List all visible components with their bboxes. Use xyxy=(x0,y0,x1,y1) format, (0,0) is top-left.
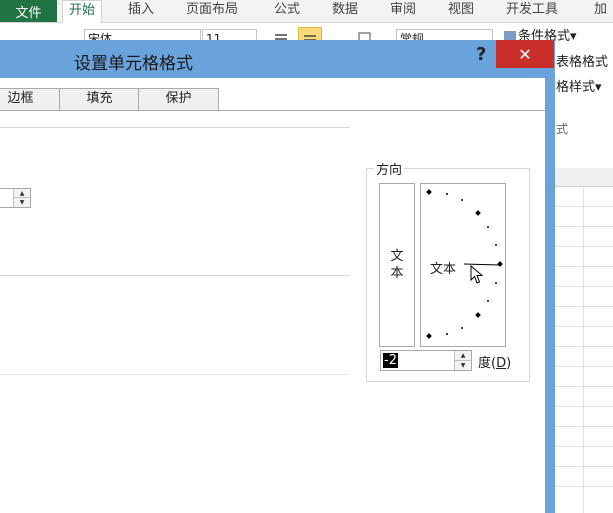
degrees-input[interactable]: -2 xyxy=(383,353,398,368)
worksheet-grid[interactable] xyxy=(555,140,613,513)
tab-data[interactable]: 数据 xyxy=(326,0,364,22)
mouse-cursor-icon xyxy=(470,264,484,289)
dial-dot xyxy=(446,193,448,195)
tab-view[interactable]: 视图 xyxy=(442,0,480,22)
spin-up-icon[interactable]: ▲ xyxy=(14,189,30,198)
degrees-label: 度(D) xyxy=(478,356,512,371)
tab-addins[interactable]: 加 xyxy=(588,0,613,22)
vertical-text-button[interactable]: 文 本 xyxy=(379,183,415,347)
dial-marker-0 xyxy=(497,261,503,267)
tab-home[interactable]: 开始 xyxy=(62,0,103,23)
spin-up-icon[interactable]: ▲ xyxy=(455,351,471,361)
spinner-arrows[interactable]: ▲ ▼ xyxy=(454,351,471,370)
dial-dot xyxy=(446,333,448,335)
dial-dot xyxy=(495,244,497,246)
section-divider xyxy=(0,127,350,128)
tab-review[interactable]: 审阅 xyxy=(384,0,422,22)
dial-dot xyxy=(487,226,489,228)
format-as-table-button[interactable]: 表格格式 xyxy=(556,53,608,73)
cell-styles-button[interactable]: 格样式▾ xyxy=(556,78,602,98)
degrees-spinner[interactable]: -2 ▲ ▼ xyxy=(380,350,472,371)
section-divider xyxy=(0,374,350,375)
tab-protection[interactable]: 保护 xyxy=(138,88,219,110)
dial-text-label: 文本 xyxy=(430,262,457,277)
dialog-tab-bar: 边框 填充 保护 xyxy=(0,88,545,111)
styles-group-label: 式 xyxy=(556,122,569,136)
tab-insert[interactable]: 插入 xyxy=(122,0,160,22)
orientation-dial[interactable]: 文本 xyxy=(420,183,506,347)
column-header-row xyxy=(555,168,613,187)
tab-border[interactable]: 边框 xyxy=(0,88,61,110)
dialog-title-bar[interactable]: 设置单元格格式 ? ✕ xyxy=(0,40,555,78)
dial-dot xyxy=(487,300,489,302)
spinner-arrows[interactable]: ▲ ▼ xyxy=(13,189,30,207)
dropdown-icon: ▾ xyxy=(595,80,602,95)
spin-down-icon[interactable]: ▼ xyxy=(14,198,30,207)
tab-page-layout[interactable]: 页面布局 xyxy=(180,0,244,22)
section-divider xyxy=(0,275,350,276)
help-button[interactable]: ? xyxy=(476,44,486,65)
dial-marker-bottom xyxy=(426,333,432,339)
tab-fill[interactable]: 填充 xyxy=(59,88,140,110)
ribbon-tab-bar: 文件 开始 插入 页面布局 公式 数据 审阅 视图 开发工具 加 xyxy=(0,0,613,23)
format-cells-dialog: 设置单元格格式 ? ✕ 边框 填充 保护 ▲ ▼ 方向 文 本 文本 -2 ▲ … xyxy=(0,40,555,513)
dialog-title: 设置单元格格式 xyxy=(74,54,193,74)
close-button[interactable]: ✕ xyxy=(496,40,554,68)
orientation-label: 方向 xyxy=(374,159,405,178)
vertical-text-label: 文 本 xyxy=(390,249,404,281)
spin-down-icon[interactable]: ▼ xyxy=(455,361,471,370)
dial-dot xyxy=(461,327,463,329)
tab-developer[interactable]: 开发工具 xyxy=(500,0,564,22)
dialog-content: 边框 填充 保护 ▲ ▼ 方向 文 本 文本 -2 ▲ ▼ 度(D) xyxy=(0,78,545,513)
dial-marker-minus45 xyxy=(475,312,481,318)
dial-dot xyxy=(461,199,463,201)
dial-dot xyxy=(495,282,497,284)
dial-marker-45 xyxy=(475,210,481,216)
tab-formulas[interactable]: 公式 xyxy=(268,0,306,22)
indent-spinner[interactable]: ▲ ▼ xyxy=(0,188,31,208)
dropdown-icon: ▾ xyxy=(570,29,577,44)
close-icon: ✕ xyxy=(518,44,532,64)
dial-marker-top xyxy=(426,189,432,195)
file-tab[interactable]: 文件 xyxy=(0,0,57,22)
